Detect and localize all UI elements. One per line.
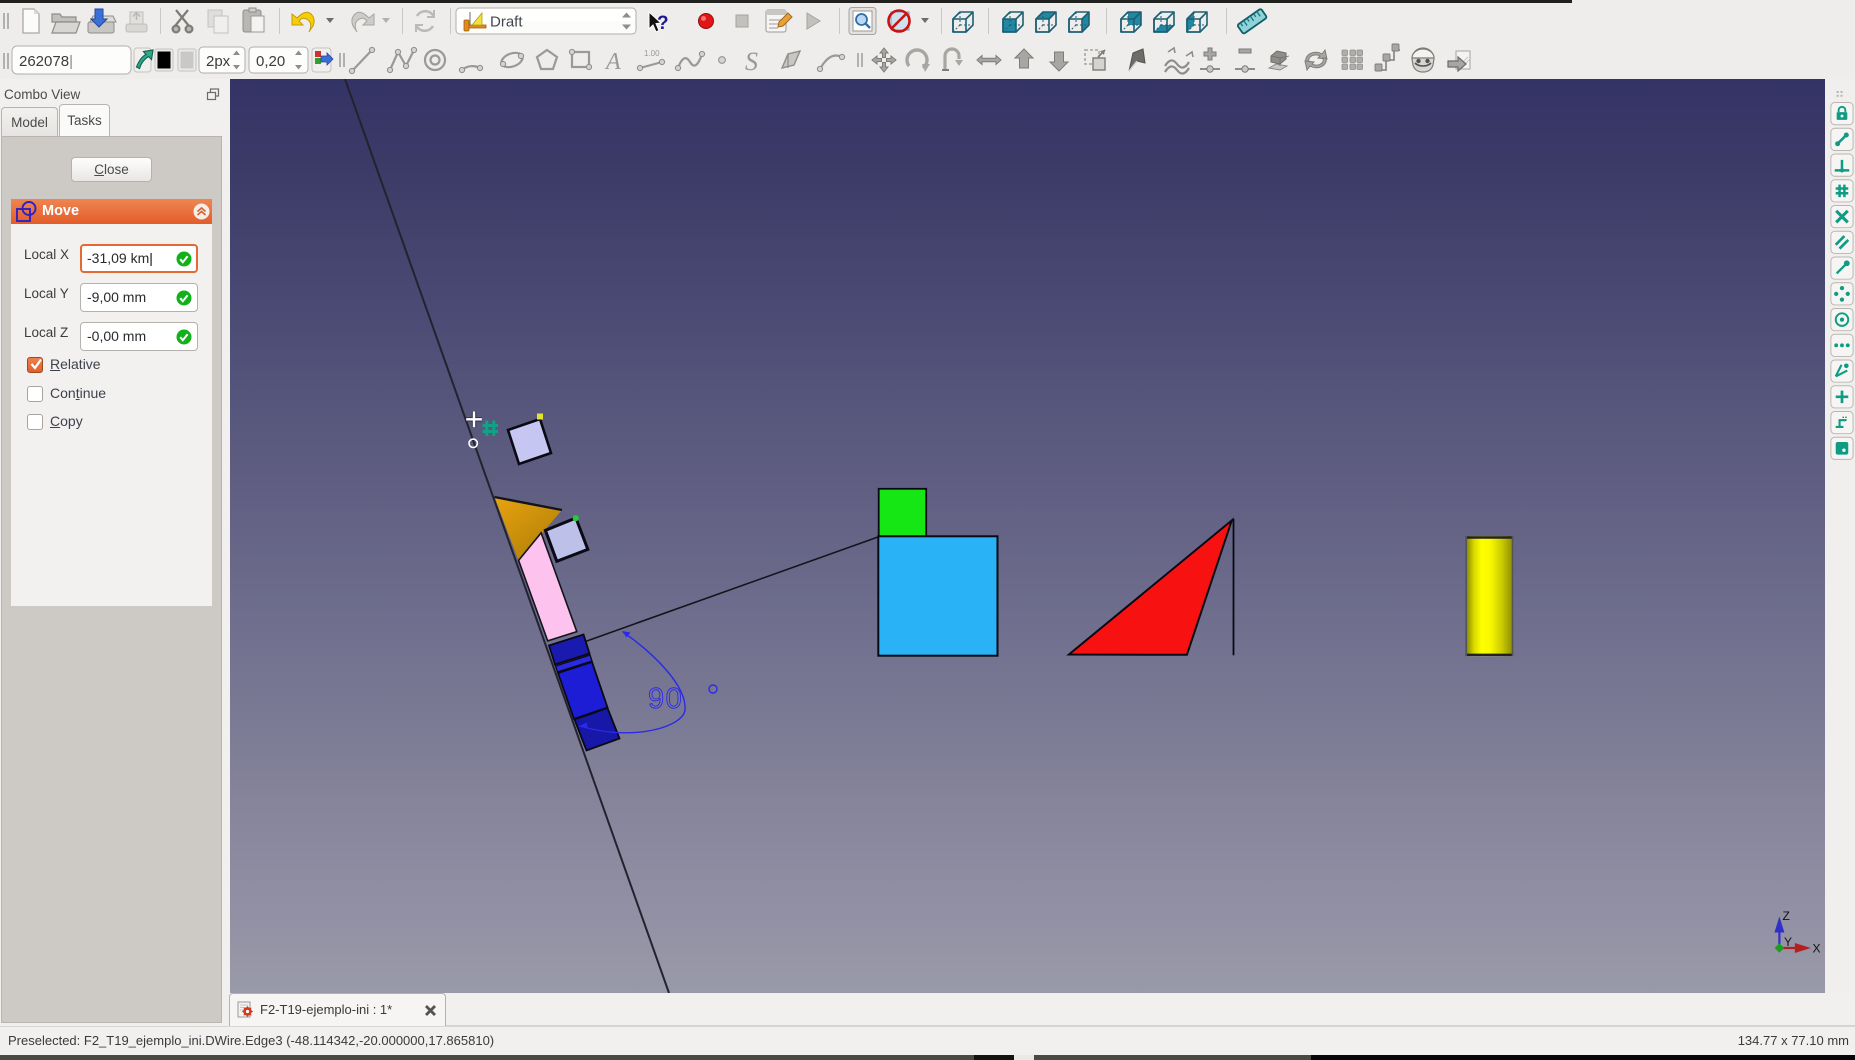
- svg-text:0,20: 0,20: [256, 53, 285, 70]
- svg-text:1.00: 1.00: [644, 49, 660, 58]
- svg-text:2px: 2px: [206, 53, 231, 70]
- svg-text:A: A: [604, 49, 621, 75]
- svg-text:?: ?: [657, 13, 669, 34]
- svg-text:X: X: [1813, 942, 1821, 956]
- svg-text:Z: Z: [1783, 909, 1790, 923]
- svg-text:Draft: Draft: [490, 14, 523, 31]
- svg-text:262078|: 262078|: [19, 53, 73, 70]
- svg-text:90: 90: [648, 683, 683, 715]
- svg-text:Y: Y: [1784, 935, 1792, 949]
- svg-text:S: S: [745, 47, 758, 76]
